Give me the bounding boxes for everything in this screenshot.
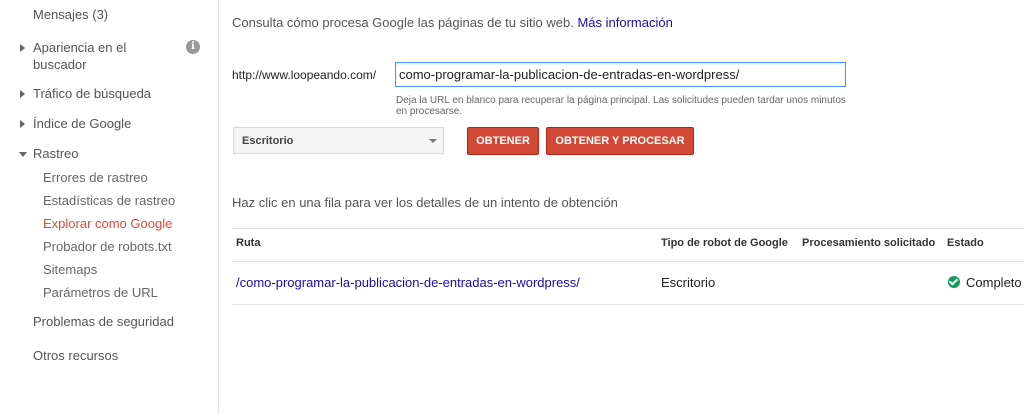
sidebar-item-label: Índice de Google [33, 116, 132, 131]
sidebar-subitem-errores[interactable]: Errores de rastreo [43, 170, 148, 185]
sidebar-item-label: Tráfico de búsqueda [33, 86, 152, 101]
divider [232, 228, 1024, 229]
intro-text: Consulta cómo procesa Google las páginas… [232, 15, 673, 30]
row-robot: Escritorio [661, 275, 716, 290]
sidebar-subitem-parametros[interactable]: Parámetros de URL [43, 285, 158, 300]
table-hint: Haz clic en una fila para ver los detall… [232, 195, 618, 210]
sidebar-subitem-sitemaps[interactable]: Sitemaps [43, 262, 97, 277]
sidebar-item-mensajes[interactable]: Mensajes (3) [33, 6, 108, 23]
column-header-estado: Estado [947, 237, 984, 249]
column-header-ruta: Ruta [236, 237, 261, 249]
divider [232, 304, 1024, 305]
caret-right-icon [20, 44, 25, 52]
column-header-robot: Tipo de robot de Google [661, 237, 788, 249]
sidebar-subitem-estadisticas[interactable]: Estadísticas de rastreo [43, 193, 175, 208]
intro-label: Consulta cómo procesa Google las páginas… [232, 15, 574, 30]
sidebar-item-trafico[interactable]: Tráfico de búsqueda [20, 85, 152, 102]
sidebar-subitem-explorar[interactable]: Explorar como Google [43, 216, 172, 231]
sidebar-subitem-robots[interactable]: Probador de robots.txt [43, 239, 172, 254]
column-header-procesamiento: Procesamiento solicitado [802, 237, 936, 249]
row-status: Completo [966, 275, 1022, 290]
url-input[interactable] [395, 62, 846, 87]
device-select-value: Escritorio [242, 135, 294, 147]
more-info-link[interactable]: Más información [577, 15, 672, 30]
sidebar-item-otros[interactable]: Otros recursos [33, 347, 118, 364]
row-path-link[interactable]: /como-programar-la-publicacion-de-entrad… [236, 275, 580, 290]
caret-down-icon [19, 152, 27, 157]
check-circle-icon [948, 276, 960, 288]
info-icon[interactable]: i [186, 40, 200, 54]
caret-right-icon [20, 90, 25, 98]
sidebar-item-seguridad[interactable]: Problemas de seguridad [33, 313, 174, 330]
url-hint: Deja la URL en blanco para recuperar la … [396, 95, 846, 117]
sidebar-item-indice[interactable]: Índice de Google [20, 115, 132, 132]
dropdown-arrow-icon [429, 139, 437, 143]
fetch-button[interactable]: OBTENER [467, 127, 539, 155]
divider [232, 261, 1024, 262]
device-select[interactable]: Escritorio [233, 127, 444, 154]
sidebar-item-rastreo[interactable]: Rastreo [19, 145, 79, 162]
fetch-render-button[interactable]: OBTENER Y PROCESAR [546, 127, 694, 155]
sidebar-item-label: Rastreo [33, 146, 79, 161]
sidebar-item-label: Apariencia en el buscador [33, 40, 127, 72]
sidebar-item-apariencia[interactable]: Apariencia en el buscador [20, 39, 173, 73]
caret-right-icon [20, 120, 25, 128]
url-prefix: http://www.loopeando.com/ [232, 68, 377, 82]
sidebar: Mensajes (3) Apariencia en el buscador i… [0, 0, 219, 414]
